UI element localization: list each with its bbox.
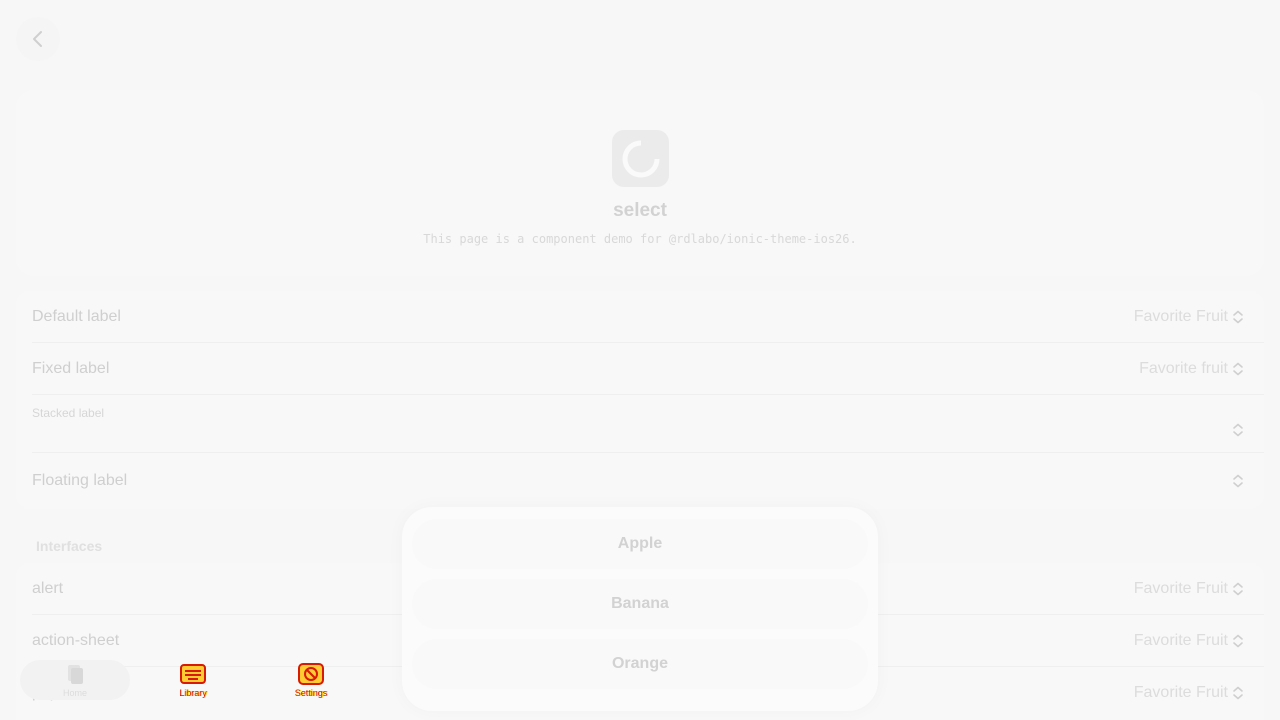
chevron-up-down-icon [1233,634,1243,647]
select-stacked-label[interactable]: Stacked label [32,395,1264,453]
chevron-up-down-icon [1233,474,1243,488]
row-value: Favorite Fruit [1133,631,1228,649]
row-label: Floating label [32,472,128,489]
chevron-left-icon [33,31,42,47]
chevron-up-down-icon [1233,423,1243,436]
settings-icon [298,663,324,685]
tab-bar: Home Library Settings [20,656,370,704]
tab-library[interactable]: Library [138,660,248,700]
select-popover-menu: Apple Banana Orange [402,507,878,711]
page-title: select [613,200,667,221]
library-icon [180,664,206,684]
option-banana[interactable]: Banana [412,579,868,629]
tab-label: Settings [294,688,328,698]
tab-settings[interactable]: Settings [256,660,366,700]
chevron-up-down-icon [1233,686,1243,700]
row-label: alert [32,579,64,597]
select-fixed-label[interactable]: Fixed label Favorite fruit [32,343,1264,395]
tab-label: Library [179,688,207,698]
tab-home[interactable]: Home [20,660,130,700]
row-value: Favorite Fruit [1133,307,1228,325]
section-heading-interfaces: Interfaces [36,538,103,554]
back-button[interactable] [16,17,60,61]
row-label: Stacked label [32,406,105,420]
row-value: Favorite Fruit [1133,684,1228,701]
documents-icon [68,665,83,684]
app-logo-icon [612,130,669,187]
row-label: Default label [32,307,121,325]
chevron-up-down-icon [1233,582,1243,595]
page-subtitle: This page is a component demo for @rdlab… [423,232,857,246]
hero-card: select This page is a component demo for… [16,90,1264,276]
chevron-up-down-icon [1233,310,1243,323]
row-value: Favorite Fruit [1133,579,1228,597]
row-label: action-sheet [32,631,120,649]
option-apple[interactable]: Apple [412,519,868,569]
chevron-up-down-icon [1233,362,1243,375]
tab-label: Home [62,688,87,698]
select-floating-label[interactable]: Floating label [32,453,1264,509]
option-orange[interactable]: Orange [412,639,868,689]
select-default-label[interactable]: Default label Favorite Fruit [32,291,1264,343]
row-value: Favorite fruit [1139,359,1228,377]
row-label: Fixed label [32,359,110,377]
labels-list: Default label Favorite Fruit Fixed label… [16,291,1264,509]
